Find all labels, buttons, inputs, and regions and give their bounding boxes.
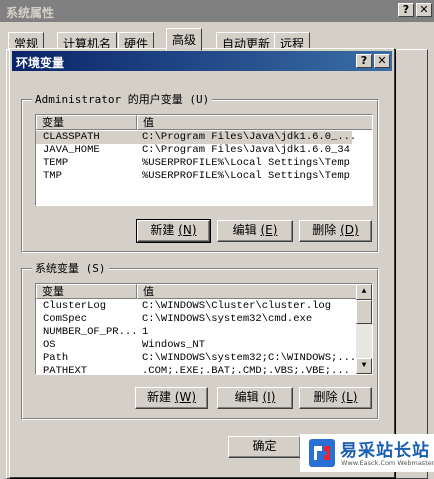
watermark-text: 易采站长站 — [340, 441, 430, 461]
user-var-value: C:\Program Files\Java\jdk1.6.0_34 — [142, 144, 350, 156]
outer-close-button[interactable]: ✕ — [416, 3, 432, 17]
user-vars-legend: Administrator 的用户变量 (U) — [32, 91, 213, 107]
dialog-help-button[interactable]: ? — [356, 54, 372, 68]
dialog-close-button[interactable]: ✕ — [374, 54, 390, 68]
user-delete-label: 删除 — [312, 223, 337, 237]
sys-var-value: 1 — [142, 326, 149, 338]
outer-help-button[interactable]: ? — [398, 3, 414, 17]
outer-title-bar: 系统属性 ? ✕ — [0, 0, 434, 22]
table-row[interactable]: OS Windows_NT — [36, 339, 358, 352]
sys-col-variable[interactable]: 变量 — [36, 284, 137, 299]
tab-advanced[interactable]: 高级 — [166, 28, 203, 51]
sys-edit-label: 编辑 — [234, 390, 259, 404]
outer-window-title: 系统属性 — [6, 6, 55, 20]
table-row[interactable]: TMP %USERPROFILE%\Local Settings\Temp — [36, 170, 352, 183]
system-vars-list[interactable]: 变量 值 ClusterLog C:\WINDOWS\Cluster\clust… — [35, 283, 373, 375]
sys-var-value: .COM;.EXE;.BAT;.CMD;.VBS;.VBE;... — [142, 365, 350, 375]
user-var-name: CLASSPATH — [43, 131, 100, 143]
table-row[interactable]: CLASSPATH C:\Program Files\Java\jdk1.6.0… — [36, 131, 356, 144]
system-vars-legend: 系统变量 (S) — [32, 260, 109, 276]
user-var-name: TEMP — [43, 157, 69, 169]
sys-new-button[interactable]: 新建 (W) — [135, 387, 208, 409]
user-var-value: %USERPROFILE%\Local Settings\Temp — [142, 157, 350, 169]
system-vars-scrollbar[interactable]: ▲ ▼ — [356, 284, 372, 374]
user-var-value: C:\Program Files\Java\jdk1.6.0_... — [142, 131, 357, 143]
sys-var-name: NUMBER_OF_PR... — [43, 326, 138, 338]
user-delete-key: (D) — [340, 223, 359, 237]
sys-delete-key: (L) — [341, 390, 358, 404]
sys-var-value: C:\WINDOWS\Cluster\cluster.log — [142, 300, 332, 312]
table-row[interactable]: NUMBER_OF_PR... 1 — [36, 326, 358, 339]
user-new-key: (N) — [178, 223, 197, 237]
user-edit-label: 编辑 — [232, 223, 257, 237]
table-row[interactable]: ClusterLog C:\WINDOWS\Cluster\cluster.lo… — [36, 300, 358, 313]
table-row[interactable]: TEMP %USERPROFILE%\Local Settings\Temp — [36, 157, 352, 170]
user-new-label: 新建 — [150, 223, 175, 237]
sys-var-name: PATHEXT — [43, 365, 88, 375]
table-row[interactable]: ComSpec C:\WINDOWS\system32\cmd.exe — [36, 313, 358, 326]
sys-var-name: ComSpec — [43, 313, 88, 325]
dialog-title: 环境变量 — [16, 56, 65, 70]
sys-edit-key: (I) — [262, 390, 276, 404]
user-delete-button[interactable]: 删除 (D) — [299, 220, 372, 242]
sys-var-name: Path — [43, 352, 69, 364]
table-row[interactable]: Path C:\WINDOWS\system32;C:\WINDOWS;... — [36, 352, 358, 365]
sys-col-value[interactable]: 值 — [137, 284, 358, 299]
sys-var-name: OS — [43, 339, 56, 351]
scroll-thumb[interactable] — [356, 300, 372, 324]
user-vars-list[interactable]: 变量 值 CLASSPATH C:\Program Files\Java\jdk… — [35, 114, 373, 206]
sys-var-value: C:\WINDOWS\system32;C:\WINDOWS;... — [142, 352, 357, 364]
sys-edit-button[interactable]: 编辑 (I) — [217, 387, 293, 409]
table-row[interactable]: JAVA_HOME C:\Program Files\Java\jdk1.6.0… — [36, 144, 352, 157]
user-var-name: JAVA_HOME — [43, 144, 100, 156]
sys-delete-label: 删除 — [313, 390, 338, 404]
dialog-title-bar: 环境变量 ? ✕ — [12, 51, 392, 71]
watermark: 易采站长站 Www.Easck.Com Webmaster — [300, 434, 434, 472]
sys-new-key: (W) — [174, 390, 197, 404]
user-edit-key: (E) — [260, 223, 278, 237]
table-row[interactable]: PATHEXT .COM;.EXE;.BAT;.CMD;.VBS;.VBE;..… — [36, 365, 358, 375]
ok-button[interactable]: 确定 — [228, 436, 301, 458]
user-var-value: %USERPROFILE%\Local Settings\Temp — [142, 170, 350, 182]
system-vars-group: 系统变量 (S) 变量 值 ClusterLog C:\WINDOWS\Clus… — [21, 260, 379, 420]
user-col-variable[interactable]: 变量 — [36, 115, 137, 130]
sys-var-value: Windows_NT — [142, 339, 206, 351]
user-vars-group: Administrator 的用户变量 (U) 变量 值 CLASSPATH C… — [21, 91, 379, 253]
easck-logo-icon — [309, 439, 335, 467]
watermark-url: Www.Easck.Com Webmaster — [341, 459, 434, 467]
sys-var-value: C:\WINDOWS\system32\cmd.exe — [142, 313, 313, 325]
user-edit-button[interactable]: 编辑 (E) — [217, 220, 293, 242]
user-new-button[interactable]: 新建 (N) — [136, 219, 211, 243]
user-var-name: TMP — [43, 170, 62, 182]
sys-new-label: 新建 — [146, 390, 171, 404]
scroll-down-icon[interactable]: ▼ — [356, 358, 372, 374]
sys-delete-button[interactable]: 删除 (L) — [299, 387, 372, 409]
scroll-up-icon[interactable]: ▲ — [356, 284, 372, 300]
user-col-value[interactable]: 值 — [137, 115, 372, 130]
sys-var-name: ClusterLog — [43, 300, 107, 312]
